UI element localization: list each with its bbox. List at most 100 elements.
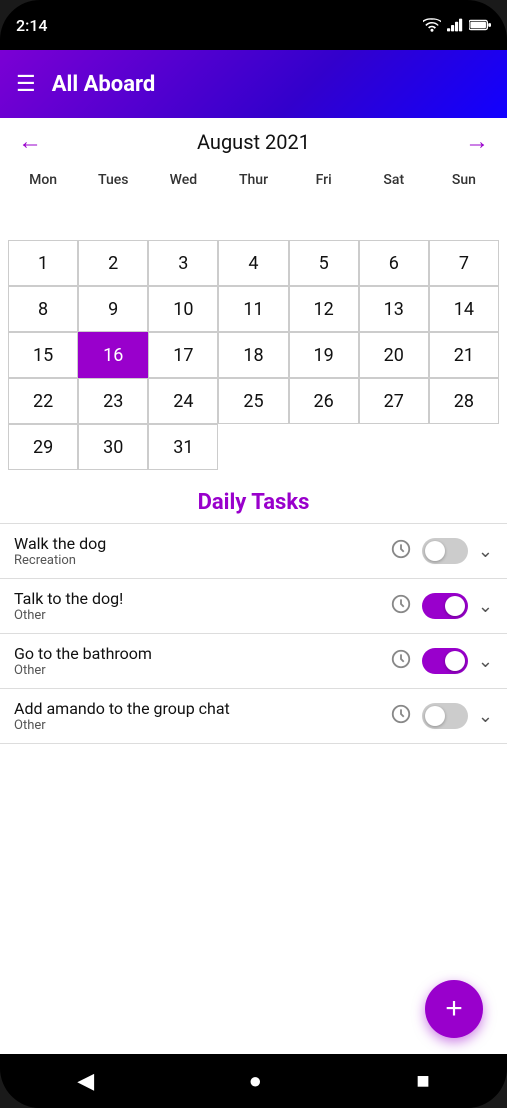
cal-day-header: Mon bbox=[8, 166, 78, 194]
cal-day-header: Sun bbox=[429, 166, 499, 194]
cal-cell-12[interactable]: 12 bbox=[289, 286, 359, 332]
task-toggle[interactable] bbox=[422, 703, 468, 729]
calendar-header: ← August 2021 → bbox=[8, 130, 499, 154]
toggle-thumb bbox=[445, 596, 465, 616]
cal-cell-31[interactable]: 31 bbox=[148, 424, 218, 470]
cal-cell-29[interactable]: 29 bbox=[8, 424, 78, 470]
cal-cell-25[interactable]: 25 bbox=[218, 378, 288, 424]
alarm-icon[interactable] bbox=[390, 593, 412, 620]
cal-cell-2[interactable]: 2 bbox=[78, 240, 148, 286]
calendar-grid: MonTuesWedThurFriSatSun12345678910111213… bbox=[8, 166, 499, 470]
cal-cell-5[interactable]: 5 bbox=[289, 240, 359, 286]
clock-icon[interactable] bbox=[390, 593, 412, 615]
battery-icon bbox=[469, 19, 491, 31]
status-time: 2:14 bbox=[16, 16, 48, 35]
cal-cell-20[interactable]: 20 bbox=[359, 332, 429, 378]
recents-button[interactable]: ■ bbox=[396, 1060, 449, 1102]
task-category: Recreation bbox=[14, 553, 106, 568]
clock-icon[interactable] bbox=[390, 538, 412, 560]
cal-cell-empty bbox=[148, 194, 218, 240]
cal-cell-empty bbox=[429, 424, 499, 470]
clock-icon[interactable] bbox=[390, 703, 412, 725]
cal-day-header: Thur bbox=[218, 166, 288, 194]
task-toggle[interactable] bbox=[422, 648, 468, 674]
toggle-thumb bbox=[425, 541, 445, 561]
cal-cell-17[interactable]: 17 bbox=[148, 332, 218, 378]
wifi-icon bbox=[423, 18, 441, 32]
cal-cell-7[interactable]: 7 bbox=[429, 240, 499, 286]
cal-cell-empty bbox=[218, 194, 288, 240]
chevron-down-icon[interactable]: ⌄ bbox=[478, 651, 493, 672]
alarm-icon[interactable] bbox=[390, 538, 412, 565]
cal-cell-9[interactable]: 9 bbox=[78, 286, 148, 332]
main-content: ← August 2021 → MonTuesWedThurFriSatSun1… bbox=[0, 118, 507, 1054]
task-toggle[interactable] bbox=[422, 538, 468, 564]
cal-cell-15[interactable]: 15 bbox=[8, 332, 78, 378]
cal-cell-11[interactable]: 11 bbox=[218, 286, 288, 332]
cal-cell-1[interactable]: 1 bbox=[8, 240, 78, 286]
cal-cell-30[interactable]: 30 bbox=[78, 424, 148, 470]
task-controls: ⌄ bbox=[390, 538, 493, 565]
cal-cell-13[interactable]: 13 bbox=[359, 286, 429, 332]
task-controls: ⌄ bbox=[390, 593, 493, 620]
signal-icon bbox=[447, 18, 463, 32]
cal-cell-14[interactable]: 14 bbox=[429, 286, 499, 332]
task-item: Walk the dogRecreation ⌄ bbox=[0, 523, 507, 579]
top-bar: ☰ All Aboard bbox=[0, 50, 507, 118]
cal-cell-16[interactable]: 16 bbox=[78, 332, 148, 378]
cal-day-header: Sat bbox=[359, 166, 429, 194]
chevron-down-icon[interactable]: ⌄ bbox=[478, 706, 493, 727]
cal-cell-18[interactable]: 18 bbox=[218, 332, 288, 378]
chevron-down-icon[interactable]: ⌄ bbox=[478, 541, 493, 562]
cal-cell-empty bbox=[289, 424, 359, 470]
cal-cell-empty bbox=[218, 424, 288, 470]
cal-cell-4[interactable]: 4 bbox=[218, 240, 288, 286]
cal-cell-empty bbox=[359, 424, 429, 470]
cal-day-header: Tues bbox=[78, 166, 148, 194]
cal-cell-6[interactable]: 6 bbox=[359, 240, 429, 286]
hamburger-icon[interactable]: ☰ bbox=[16, 72, 36, 97]
toggle-thumb bbox=[445, 651, 465, 671]
status-bar: 2:14 bbox=[0, 0, 507, 50]
cal-cell-10[interactable]: 10 bbox=[148, 286, 218, 332]
calendar-month-year: August 2021 bbox=[197, 130, 310, 154]
alarm-icon[interactable] bbox=[390, 648, 412, 675]
task-name: Add amando to the group chat bbox=[14, 699, 230, 718]
home-button[interactable]: ● bbox=[229, 1060, 282, 1102]
cal-cell-empty bbox=[289, 194, 359, 240]
task-name: Talk to the dog! bbox=[14, 589, 123, 608]
calendar-next-button[interactable]: → bbox=[465, 130, 489, 154]
calendar-prev-button[interactable]: ← bbox=[18, 130, 42, 154]
task-text-group: Walk the dogRecreation bbox=[14, 534, 106, 568]
task-text-group: Go to the bathroomOther bbox=[14, 644, 152, 678]
alarm-icon[interactable] bbox=[390, 703, 412, 730]
chevron-down-icon[interactable]: ⌄ bbox=[478, 596, 493, 617]
tasks-title: Daily Tasks bbox=[0, 490, 507, 515]
task-name: Go to the bathroom bbox=[14, 644, 152, 663]
cal-cell-21[interactable]: 21 bbox=[429, 332, 499, 378]
task-controls: ⌄ bbox=[390, 648, 493, 675]
cal-cell-23[interactable]: 23 bbox=[78, 378, 148, 424]
cal-cell-empty bbox=[359, 194, 429, 240]
cal-cell-3[interactable]: 3 bbox=[148, 240, 218, 286]
add-task-fab[interactable]: + bbox=[425, 980, 483, 1038]
cal-cell-8[interactable]: 8 bbox=[8, 286, 78, 332]
cal-cell-19[interactable]: 19 bbox=[289, 332, 359, 378]
toggle-thumb bbox=[425, 706, 445, 726]
task-controls: ⌄ bbox=[390, 703, 493, 730]
task-category: Other bbox=[14, 663, 152, 678]
back-button[interactable]: ◀ bbox=[57, 1060, 114, 1102]
clock-icon[interactable] bbox=[390, 648, 412, 670]
cal-cell-22[interactable]: 22 bbox=[8, 378, 78, 424]
cal-cell-26[interactable]: 26 bbox=[289, 378, 359, 424]
tasks-section: Daily Tasks Walk the dogRecreation ⌄ Talk … bbox=[0, 482, 507, 1054]
task-text-group: Add amando to the group chatOther bbox=[14, 699, 230, 733]
task-toggle[interactable] bbox=[422, 593, 468, 619]
cal-cell-empty bbox=[8, 194, 78, 240]
cal-cell-28[interactable]: 28 bbox=[429, 378, 499, 424]
cal-day-header: Fri bbox=[289, 166, 359, 194]
status-icons bbox=[423, 18, 491, 32]
cal-cell-24[interactable]: 24 bbox=[148, 378, 218, 424]
tasks-list: Walk the dogRecreation ⌄ Talk to the dog! O… bbox=[0, 523, 507, 744]
cal-cell-27[interactable]: 27 bbox=[359, 378, 429, 424]
